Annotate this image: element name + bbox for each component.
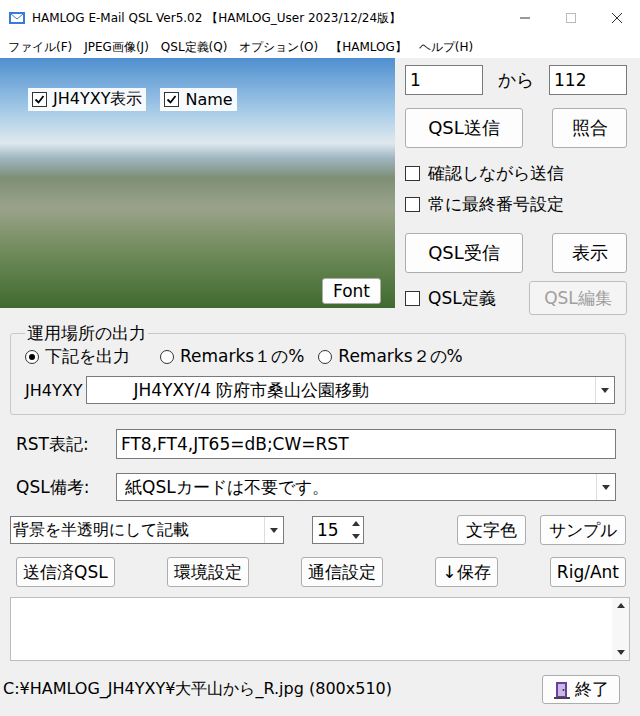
match-button[interactable]: 照合 [552, 108, 627, 148]
rst-label: RST表記: [16, 433, 116, 456]
qsl-send-button[interactable]: QSL送信 [405, 108, 523, 148]
qsl-edit-button[interactable]: QSL編集 [529, 281, 627, 315]
minimize-icon [519, 12, 531, 24]
dropdown-icon [264, 517, 283, 543]
dropdown-icon [595, 377, 614, 403]
menu-item[interactable]: ヘルプ(H) [419, 39, 473, 56]
maximize-button[interactable] [548, 0, 594, 36]
app-icon [8, 9, 26, 27]
qsl-define-checkbox[interactable]: QSL定義 [405, 287, 496, 310]
check-icon [34, 94, 45, 105]
check-icon [166, 94, 177, 105]
menu-item[interactable]: ファイル(F) [8, 39, 72, 56]
checkbox[interactable] [405, 166, 420, 181]
style-button[interactable]: 文字色 [457, 515, 526, 545]
qsl-preview: JH4YXY表示 Name Font [0, 58, 395, 308]
tool-button[interactable]: 通信設定 [301, 557, 383, 587]
app-window: HAMLOG E-Mail QSL Ver5.02 【HAMLOG_User 2… [0, 0, 640, 716]
status-bar: C:¥HAMLOG_JH4YXY¥大平山から_R.jpg (800x510) 終了 [0, 663, 640, 716]
log-area[interactable] [10, 597, 630, 661]
title-bar: HAMLOG E-Mail QSL Ver5.02 【HAMLOG_User 2… [0, 0, 640, 36]
send-option[interactable]: 確認しながら送信 [405, 162, 627, 185]
group-title: 運用場所の出力 [25, 322, 148, 345]
location-combo[interactable]: JH4YXY/4 防府市桑山公園移動 [86, 376, 615, 404]
tool-button[interactable]: ↓保存 [435, 557, 497, 587]
range-from-input[interactable] [405, 65, 483, 95]
dropdown-icon [596, 474, 615, 500]
style-button[interactable]: サンプル [540, 515, 626, 545]
spin-up-icon[interactable] [349, 517, 363, 530]
close-button[interactable] [594, 0, 640, 36]
window-title: HAMLOG E-Mail QSL Ver5.02 【HAMLOG_User 2… [32, 10, 502, 27]
menu-item[interactable]: オプション(O) [239, 39, 318, 56]
scrollbar[interactable] [612, 598, 629, 660]
font-size-spinner[interactable]: 15 [312, 516, 364, 544]
send-option[interactable]: 常に最終番号設定 [405, 193, 627, 216]
tool-button[interactable]: 環境設定 [167, 557, 249, 587]
minimize-button[interactable] [502, 0, 548, 36]
qsl-receive-button[interactable]: QSL受信 [405, 233, 523, 273]
door-icon [553, 680, 571, 700]
checkbox[interactable] [164, 92, 179, 107]
spin-down-icon[interactable] [349, 530, 363, 543]
remarks-label: QSL備考: [16, 476, 116, 499]
radio-button[interactable] [25, 350, 39, 364]
maximize-icon [565, 12, 577, 24]
file-path: C:¥HAMLOG_JH4YXY¥大平山から_R.jpg (800x510) [3, 679, 392, 700]
background-mode-select[interactable]: 背景を半透明にして記載 [10, 516, 284, 544]
checkbox[interactable] [405, 197, 420, 212]
checkbox[interactable] [32, 92, 47, 107]
menu-item[interactable]: JPEG画像(J) [84, 39, 149, 56]
location-radio[interactable]: Remarks２の% [318, 345, 462, 368]
menu-item[interactable]: 【HAMLOG】 [330, 39, 407, 56]
location-group: 運用場所の出力下記を出力 Remarks１の% Remarks２の% JH4YXYJH… [10, 322, 626, 415]
range-separator: から [483, 68, 549, 92]
font-button[interactable]: Font [322, 278, 381, 304]
range-to-input[interactable] [549, 65, 627, 95]
preview-checkbox[interactable]: JH4YXY表示 [28, 88, 146, 111]
call-label: JH4YXY [25, 381, 82, 400]
radio-button[interactable] [160, 350, 174, 364]
menu-item[interactable]: QSL定義(Q) [161, 39, 228, 56]
preview-checkbox[interactable]: Name [160, 88, 236, 111]
tool-button[interactable]: Rig/Ant [550, 557, 626, 587]
location-radio[interactable]: 下記を出力 [25, 345, 130, 368]
close-icon [611, 12, 623, 24]
checkbox[interactable] [405, 291, 420, 306]
remarks-combo[interactable]: 紙QSLカードは不要です。 [116, 473, 616, 501]
radio-button[interactable] [318, 350, 332, 364]
show-button[interactable]: 表示 [552, 233, 627, 273]
menu-bar: ファイル(F) JPEG画像(J) QSL定義(Q) オプション(O) 【HAMLOG】… [0, 36, 640, 58]
location-radio[interactable]: Remarks１の% [160, 345, 304, 368]
rst-input[interactable] [116, 429, 616, 459]
tool-button[interactable]: 送信済QSL [16, 557, 115, 587]
exit-button[interactable]: 終了 [542, 675, 620, 704]
